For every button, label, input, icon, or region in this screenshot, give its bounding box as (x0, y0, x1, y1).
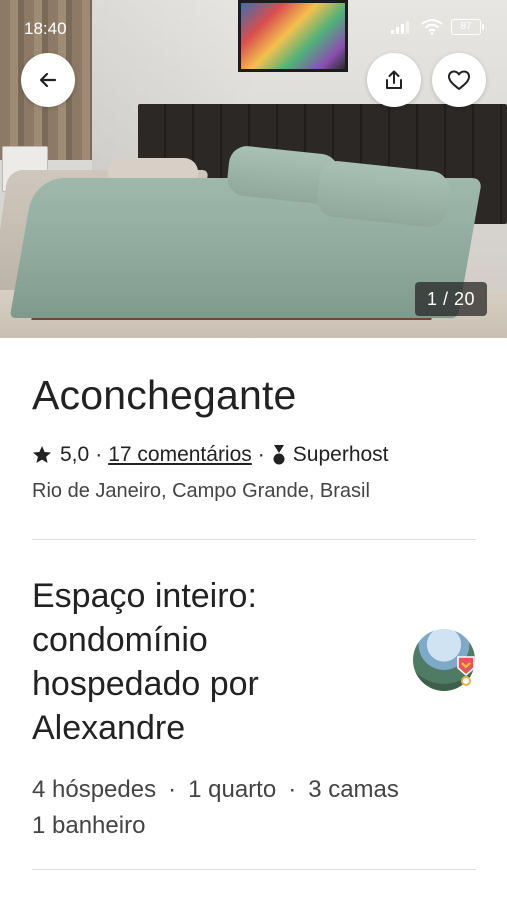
status-bar: 18:40 87 (0, 0, 507, 56)
share-icon (386, 70, 402, 89)
reviews-link[interactable]: 17 comentários (108, 443, 252, 467)
host-title-line: Espaço inteiro: (32, 577, 257, 615)
heart-icon (448, 70, 470, 90)
separator-dot: · (168, 776, 177, 803)
spec-beds: 3 camas (308, 776, 399, 803)
host-title-line: Alexandre (32, 709, 186, 747)
section-divider (32, 869, 476, 870)
photo-counter: 1 / 20 (415, 282, 488, 316)
spec-guests: 4 hóspedes (32, 776, 157, 803)
avatar-status-dot (461, 676, 471, 686)
separator-dot: · (288, 776, 297, 803)
rating-row: 5,0 · 17 comentários · Superhost (32, 440, 389, 470)
section-divider (32, 539, 476, 540)
superhost-label: Superhost (292, 443, 389, 466)
wifi-icon (421, 19, 443, 35)
host-title-line: hospedado por (32, 665, 259, 703)
battery-level: 87 (460, 21, 472, 32)
host-section-title: Espaço inteiro: condomínio hospedado por… (32, 574, 392, 750)
listing-title: Aconchegante (32, 372, 297, 418)
save-button[interactable] (432, 53, 486, 107)
superhost-medal-icon (273, 445, 285, 465)
spec-bedrooms: 1 quarto (188, 776, 277, 803)
back-button[interactable] (21, 53, 75, 107)
battery-icon: 87 (451, 19, 484, 35)
superhost-badge-icon (457, 656, 475, 676)
spec-bathrooms: 1 banheiro (32, 812, 146, 839)
separator-dot: · (257, 443, 265, 466)
separator-dot: · (95, 443, 103, 466)
signal-icon (391, 21, 409, 34)
rating-value: 5,0 (60, 443, 90, 466)
status-time: 18:40 (24, 19, 67, 38)
status-icons: 87 (391, 19, 484, 35)
listing-location[interactable]: Rio de Janeiro, Campo Grande, Brasil (32, 480, 370, 503)
listing-specs: 4 hóspedes · 1 quarto · 3 camas 1 banheiro (32, 772, 472, 844)
star-icon (33, 446, 51, 463)
share-button[interactable] (367, 53, 421, 107)
host-title-line: condomínio (32, 621, 208, 659)
arrow-left-icon (39, 72, 57, 88)
